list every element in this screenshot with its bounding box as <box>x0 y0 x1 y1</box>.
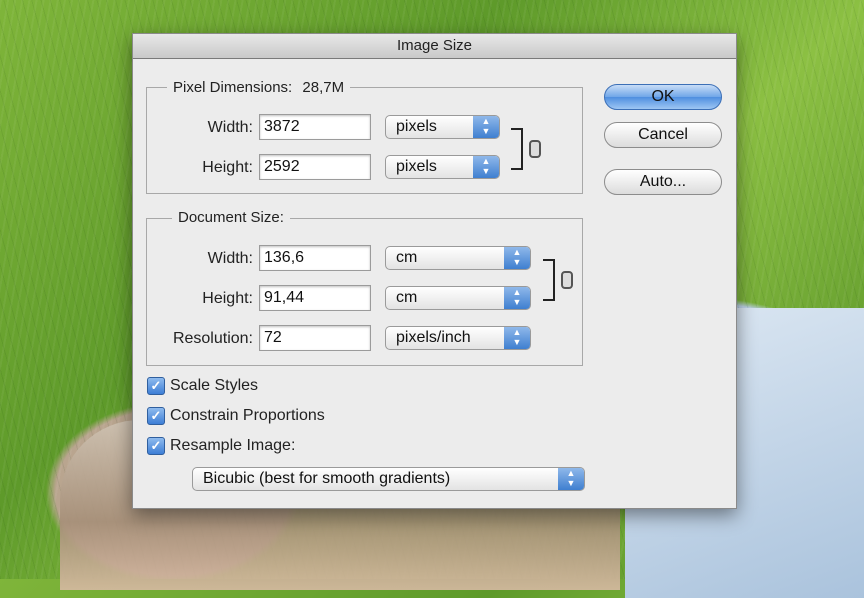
checkmark-icon: ✓ <box>150 378 162 393</box>
document-height-label: Height: <box>202 290 253 307</box>
resample-image-label: Resample Image: <box>170 437 296 454</box>
pixel-height-unit-value: pixels <box>396 158 437 175</box>
pixel-dimensions-title: Pixel Dimensions: <box>173 79 293 96</box>
up-down-arrows-icon: ▲ ▼ <box>473 156 499 178</box>
resample-method-select[interactable]: Bicubic (best for smooth gradients) ▲ ▼ <box>192 467 585 491</box>
pixel-width-unit-select[interactable]: pixels ▲ ▼ <box>385 115 500 139</box>
up-down-arrows-icon: ▲ ▼ <box>504 327 530 349</box>
document-width-unit-select[interactable]: cm ▲ ▼ <box>385 246 531 270</box>
constrain-proportions-label: Constrain Proportions <box>170 407 325 424</box>
resample-method-value: Bicubic (best for smooth gradients) <box>203 470 451 487</box>
resolution-input[interactable]: 72 <box>259 325 371 351</box>
auto-button[interactable]: Auto... <box>604 169 722 195</box>
chain-link-icon <box>561 271 573 289</box>
pixel-height-unit-select[interactable]: pixels ▲ ▼ <box>385 155 500 179</box>
checkmark-icon: ✓ <box>150 438 162 453</box>
pixel-constrain-bracket <box>511 128 523 170</box>
document-width-label: Width: <box>207 250 253 267</box>
document-height-input[interactable]: 91,44 <box>259 285 371 311</box>
document-size-legend: Document Size: <box>172 209 290 226</box>
up-down-arrows-icon: ▲ ▼ <box>473 116 499 138</box>
document-height-unit-select[interactable]: cm ▲ ▼ <box>385 286 531 310</box>
up-down-arrows-icon: ▲ ▼ <box>504 247 530 269</box>
document-width-unit-value: cm <box>396 249 418 266</box>
resample-image-checkbox[interactable]: ✓ <box>147 437 165 455</box>
pixel-width-label: Width: <box>207 119 253 136</box>
document-height-unit-value: cm <box>396 289 418 306</box>
pixel-width-input[interactable]: 3872 <box>259 114 371 140</box>
checkmark-icon: ✓ <box>150 408 162 423</box>
pixel-dimensions-legend: Pixel Dimensions: 28,7M <box>167 79 351 96</box>
pixel-dimensions-size: 28,7M <box>302 79 345 96</box>
pixel-height-input[interactable]: 2592 <box>259 154 371 180</box>
pixel-width-unit-value: pixels <box>396 118 437 135</box>
constrain-proportions-checkbox[interactable]: ✓ <box>147 407 165 425</box>
resolution-unit-value: pixels/inch <box>396 329 471 346</box>
resolution-label: Resolution: <box>172 330 253 347</box>
image-size-dialog: Image Size Pixel Dimensions: 28,7M Width… <box>132 33 737 509</box>
pixel-height-label: Height: <box>202 159 253 176</box>
ok-button[interactable]: OK <box>604 84 722 110</box>
chain-link-icon <box>529 140 541 158</box>
up-down-arrows-icon: ▲ ▼ <box>504 287 530 309</box>
dialog-title: Image Size <box>133 34 736 59</box>
scale-styles-label: Scale Styles <box>170 377 259 394</box>
cancel-button[interactable]: Cancel <box>604 122 722 148</box>
document-constrain-bracket <box>543 259 555 301</box>
up-down-arrows-icon: ▲ ▼ <box>558 468 584 490</box>
resolution-unit-select[interactable]: pixels/inch ▲ ▼ <box>385 326 531 350</box>
scale-styles-checkbox[interactable]: ✓ <box>147 377 165 395</box>
document-width-input[interactable]: 136,6 <box>259 245 371 271</box>
